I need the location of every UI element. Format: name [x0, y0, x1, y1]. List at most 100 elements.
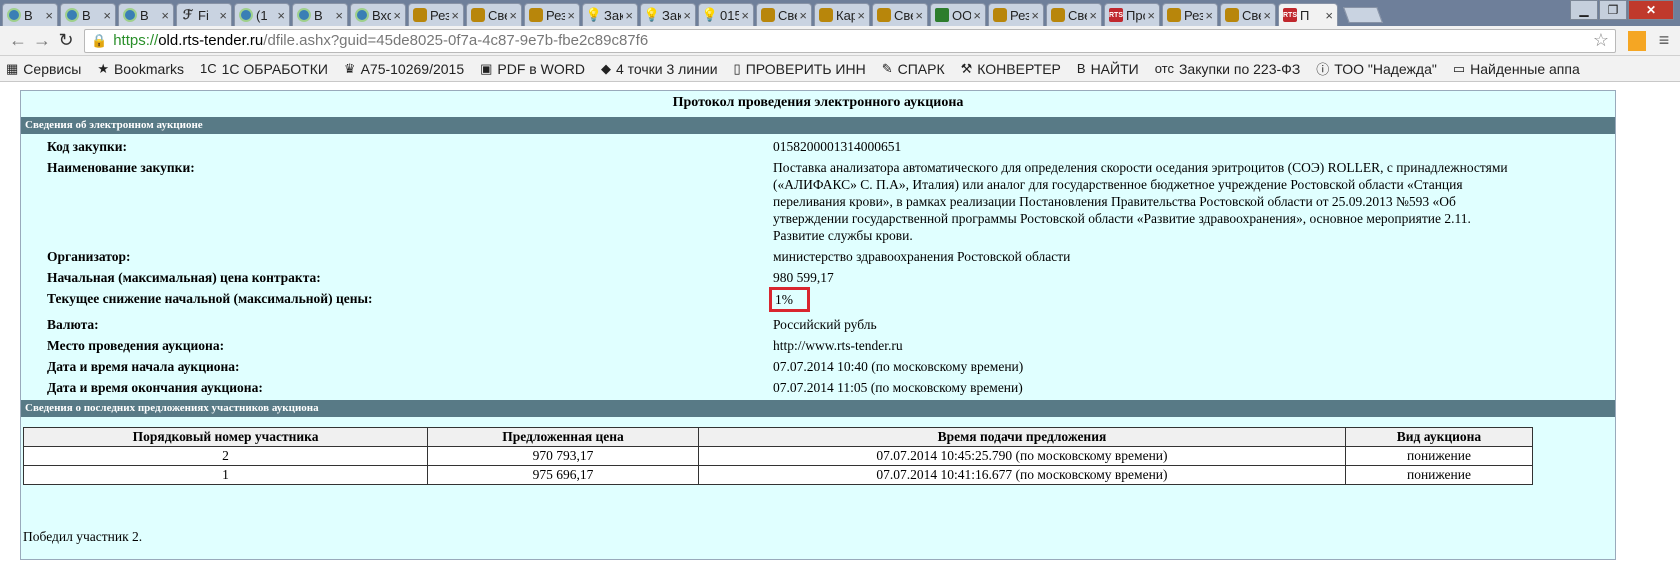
page-content: Протокол проведения электронного аукцион…	[0, 82, 1680, 560]
bookmark-label: 4 точки 3 линии	[615, 60, 718, 77]
menu-icon[interactable]: ≡	[1654, 30, 1674, 51]
back-arrow-icon[interactable]: ←	[6, 30, 30, 51]
browser-tab[interactable]: В ×	[2, 3, 58, 26]
bookmarks-bar: ▦ Сервисы ★ Bookmarks 1С 1С ОБРАБОТКИ ♛ А75-102…	[0, 56, 1680, 82]
tab-label: Кар	[836, 7, 855, 23]
tab-close-icon[interactable]: ×	[1147, 8, 1155, 23]
bookmark-label: Найденные аппа	[1470, 60, 1580, 77]
browser-tab[interactable]: Све×	[756, 3, 812, 26]
tab-close-icon[interactable]: ×	[1031, 8, 1039, 23]
bookmark-item[interactable]: ⚒ КОНВЕРТЕР	[961, 61, 1061, 77]
bookmark-label: Bookmarks	[113, 60, 184, 77]
browser-tab[interactable]: 💡Заку×	[582, 3, 638, 26]
tab-close-icon[interactable]: ×	[335, 8, 343, 23]
bookmark-icon: ★	[97, 60, 109, 76]
browser-tab[interactable]: Све×	[1220, 3, 1276, 26]
bookmark-item[interactable]: B НАЙТИ	[1077, 61, 1139, 77]
tab-close-icon[interactable]: ×	[799, 8, 807, 23]
tab-close-icon[interactable]: ×	[277, 8, 285, 23]
browser-tab[interactable]: Све×	[872, 3, 928, 26]
tab-close-icon[interactable]: ×	[219, 8, 227, 23]
bookmark-item[interactable]: ★ Bookmarks	[97, 61, 184, 77]
browser-tab[interactable]: Резу×	[524, 3, 580, 26]
reload-icon[interactable]: ↻	[54, 30, 78, 51]
browser-tab[interactable]: 💡015×	[698, 3, 754, 26]
bookmark-icon: 1С	[200, 61, 217, 76]
info-row: Код закупки: 0158200001314000651	[21, 138, 1615, 155]
generic-favicon-icon	[65, 8, 79, 22]
field-value: 0158200001314000651	[773, 139, 902, 154]
tab-label: В	[140, 7, 149, 23]
browser-tab[interactable]: Резу×	[1162, 3, 1218, 26]
tab-close-icon[interactable]: ×	[509, 8, 517, 23]
browser-tab[interactable]: Све×	[466, 3, 522, 26]
browser-tab[interactable]: Резу×	[988, 3, 1044, 26]
browser-tab[interactable]: ООС×	[930, 3, 986, 26]
table-row: 1 975 696,17 07.07.2014 10:41:16.677 (по м…	[22, 465, 1534, 485]
browser-tab[interactable]: ℱ Fi ×	[176, 3, 232, 26]
new-tab-button[interactable]	[1343, 7, 1383, 23]
tab-close-icon[interactable]: ×	[683, 8, 691, 23]
tab-close-icon[interactable]: ×	[567, 8, 575, 23]
eagle-favicon-icon	[761, 8, 775, 22]
tab-close-icon[interactable]: ×	[625, 8, 633, 23]
bookmark-item[interactable]: ✎ СПАРК	[882, 61, 945, 77]
tab-close-icon[interactable]: ×	[741, 8, 749, 23]
browser-tab[interactable]: Резу×	[408, 3, 464, 26]
bookmark-item[interactable]: 1С 1С ОБРАБОТКИ	[200, 61, 328, 77]
forward-arrow-icon[interactable]: →	[30, 30, 54, 51]
table-cell: 1	[22, 465, 429, 485]
browser-tab[interactable]: В ×	[292, 3, 348, 26]
browser-tab[interactable]: Кар×	[814, 3, 870, 26]
tab-close-icon[interactable]: ×	[1325, 8, 1333, 23]
tab-close-icon[interactable]: ×	[973, 8, 981, 23]
tab-close-icon[interactable]: ×	[161, 8, 169, 23]
bookmark-item[interactable]: ▦ Сервисы	[6, 61, 81, 77]
browser-tab[interactable]: RTS П ×	[1278, 3, 1338, 26]
url-host: old.rts-tender.ru	[158, 32, 264, 49]
bookmark-star-icon[interactable]: ☆	[1593, 30, 1609, 51]
protocol-document: Протокол проведения электронного аукцион…	[20, 90, 1616, 560]
field-label: Валюта:	[47, 317, 99, 332]
bookmark-item[interactable]: ⓘ ТОО "Надежда"	[1316, 59, 1437, 78]
bookmark-item[interactable]: отс Закупки по 223-ФЗ	[1155, 61, 1301, 77]
bookmark-item[interactable]: ▣ PDF в WORD	[480, 61, 585, 77]
tab-close-icon[interactable]: ×	[1205, 8, 1213, 23]
browser-tab[interactable]: Све×	[1046, 3, 1102, 26]
tab-close-icon[interactable]: ×	[1089, 8, 1097, 23]
table-cell: 07.07.2014 10:41:16.677 (по московскому …	[697, 465, 1346, 485]
eagle-favicon-icon	[529, 8, 543, 22]
tab-close-icon[interactable]: ×	[915, 8, 923, 23]
bookmark-item[interactable]: ◆ 4 точки 3 линии	[601, 61, 718, 77]
tab-label: ООС	[952, 7, 972, 23]
minimize-icon[interactable]: ▁	[1570, 0, 1598, 20]
tab-close-icon[interactable]: ×	[451, 8, 459, 23]
browser-tab[interactable]: 💡Заку×	[640, 3, 696, 26]
bookmark-flag-icon[interactable]	[1628, 30, 1646, 51]
tab-close-icon[interactable]: ×	[45, 8, 53, 23]
bookmark-item[interactable]: ♛ А75-10269/2015	[344, 61, 464, 77]
f-favicon-icon: ℱ	[182, 7, 194, 22]
info-row: Начальная (максимальная) цена контракта:…	[21, 269, 1615, 286]
bookmark-label: А75-10269/2015	[360, 60, 465, 77]
field-value: министерство здравоохранения Ростовской …	[773, 249, 1071, 264]
close-window-icon[interactable]: ✕	[1628, 0, 1674, 20]
bookmark-icon: ♛	[343, 60, 356, 76]
address-bar[interactable]: 🔒 https:// old.rts-tender.ru /dfile.ashx…	[84, 28, 1616, 53]
browser-tab[interactable]: В ×	[118, 3, 174, 26]
bookmark-item[interactable]: ▭ Найденные аппа	[1453, 61, 1580, 77]
table-cell: понижение	[1344, 446, 1534, 466]
tab-close-icon[interactable]: ×	[103, 8, 111, 23]
browser-tab[interactable]: Вход×	[350, 3, 406, 26]
browser-tab[interactable]: В ×	[60, 3, 116, 26]
bookmark-item[interactable]: ▯ ПРОВЕРИТЬ ИНН	[734, 61, 866, 77]
tab-close-icon[interactable]: ×	[857, 8, 865, 23]
browser-tab[interactable]: (1 ×	[234, 3, 290, 26]
tab-label: Све	[894, 7, 913, 23]
field-value: 07.07.2014 11:05 (по московскому времени…	[773, 380, 1023, 395]
browser-tab[interactable]: RTSПро×	[1104, 3, 1160, 26]
tab-close-icon[interactable]: ×	[1263, 8, 1271, 23]
maximize-icon[interactable]: ❐	[1599, 0, 1627, 20]
tab-close-icon[interactable]: ×	[393, 8, 401, 23]
bookmark-icon: ▯	[733, 60, 741, 76]
